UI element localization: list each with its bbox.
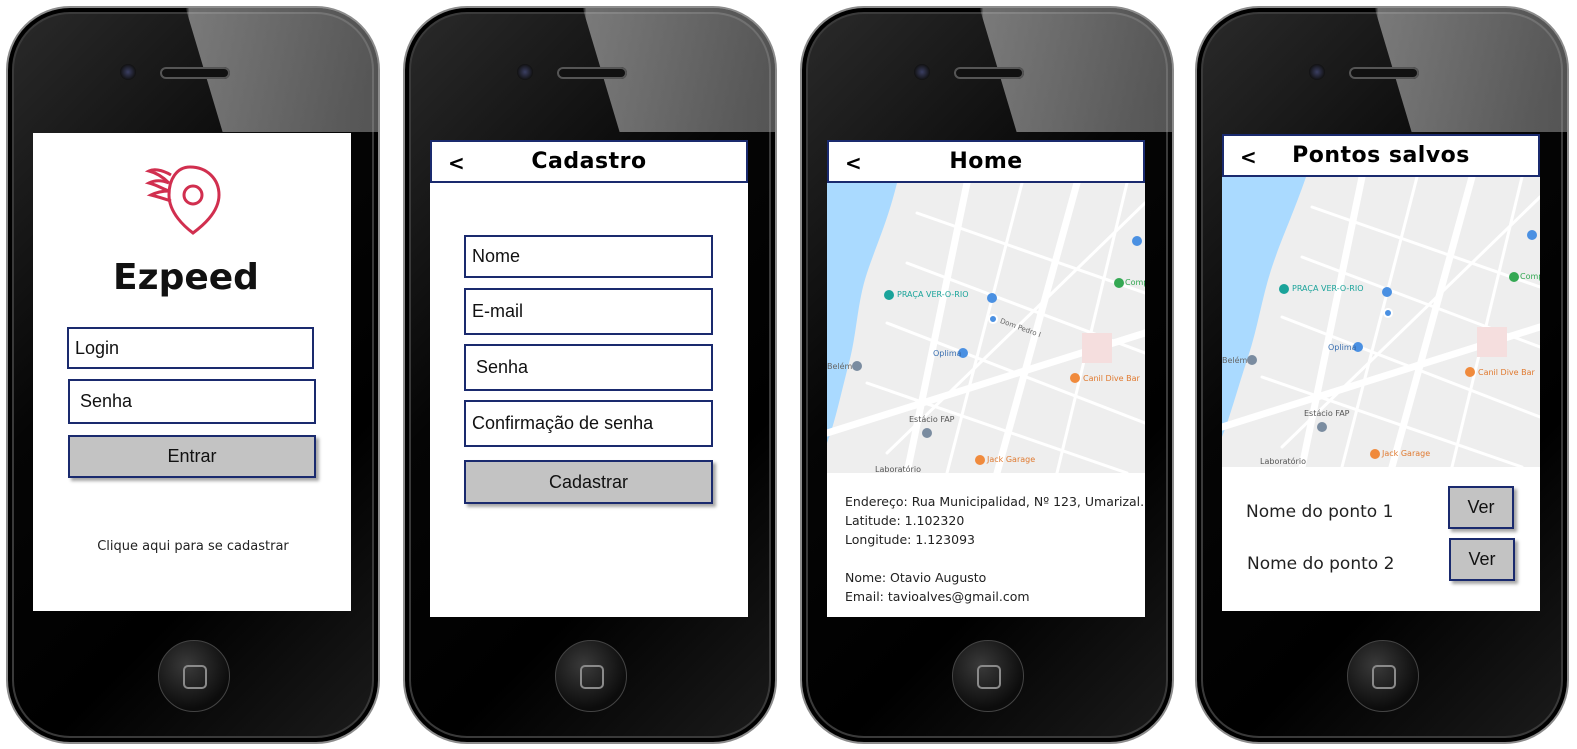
home-button: [1347, 640, 1419, 712]
map-label-praca: PRAÇA VER-O-RIO: [897, 290, 969, 299]
name-input[interactable]: Nome: [464, 235, 713, 278]
page-title: Home: [949, 149, 1023, 174]
login-screen: Ezpeed Login Senha Entrar Clique aqui pa…: [33, 133, 351, 611]
user-name-text: Nome: Otavio Augusto: [845, 570, 987, 585]
home-button: [158, 640, 230, 712]
camera-icon: [1309, 64, 1325, 80]
camera-icon: [914, 64, 930, 80]
saved-screen: < Pontos salvos PRAÇA VER-O-RIO Com Opli…: [1222, 134, 1540, 611]
page-title: Cadastro: [531, 149, 647, 174]
map-label-estacio: Estácio FAP: [1304, 409, 1350, 418]
longitude-text: Longitude: 1.123093: [845, 532, 975, 547]
phone-home: < Home PRAÇA VER-O-RIO Com Oplima Dom Pe…: [800, 6, 1174, 744]
map-label-comp: Comp: [1125, 278, 1145, 287]
address-text: Endereço: Rua Municipalidad, Nº 123, Uma…: [845, 494, 1145, 509]
home-button: [555, 640, 627, 712]
map-label-belem: Belém: [827, 362, 853, 371]
cadastro-screen: < Cadastro Nome E-mail Senha Confirmação…: [430, 140, 748, 617]
map-label-comp: Comp: [1520, 272, 1540, 281]
map-view[interactable]: PRAÇA VER-O-RIO Comp Oplima Dom Pedro I …: [827, 183, 1145, 473]
login-button[interactable]: Entrar: [68, 435, 316, 478]
map-label-canil: Canil Dive Bar: [1083, 374, 1140, 383]
map-label-oplima: Oplima: [1328, 343, 1357, 352]
map-label-laboratorio: Laboratório: [875, 465, 921, 473]
home-button: [952, 640, 1024, 712]
header-bar: < Home: [827, 140, 1145, 183]
speaker-grille: [1349, 67, 1419, 79]
map-label-estacio: Estácio FAP: [909, 415, 955, 424]
latitude-text: Latitude: 1.102320: [845, 513, 965, 528]
header-bar: < Cadastro: [430, 140, 748, 183]
map-label-jack: Jack Garage: [1382, 449, 1431, 458]
user-email-text: Email: tavioalves@gmail.com: [845, 589, 1030, 604]
map-label-jack: Jack Garage: [987, 455, 1036, 464]
saved-point-1-name: Nome do ponto 1: [1246, 502, 1394, 522]
phone-login: Ezpeed Login Senha Entrar Clique aqui pa…: [6, 6, 380, 744]
map-label-laboratorio: Laboratório: [1260, 457, 1306, 466]
phone-saved: < Pontos salvos PRAÇA VER-O-RIO Com Opli…: [1195, 6, 1569, 744]
view-point-1-button[interactable]: Ver: [1448, 486, 1514, 529]
map-label-oplima: Oplima: [933, 349, 962, 358]
map-graphic: [1222, 177, 1540, 467]
camera-icon: [517, 64, 533, 80]
map-label-praca: PRAÇA VER-O-RIO: [1292, 284, 1364, 293]
app-name: Ezpeed: [113, 257, 259, 298]
email-input[interactable]: E-mail: [464, 288, 713, 335]
map-label-canil: Canil Dive Bar: [1478, 368, 1535, 377]
password-input[interactable]: Senha: [68, 379, 316, 424]
map-label-belem: Belém: [1222, 356, 1248, 365]
app-logo-icon: [145, 165, 221, 235]
speaker-grille: [954, 67, 1024, 79]
register-button[interactable]: Cadastrar: [464, 460, 713, 504]
view-point-2-button[interactable]: Ver: [1449, 538, 1515, 581]
home-screen: < Home PRAÇA VER-O-RIO Com Oplima Dom Pe…: [827, 140, 1145, 617]
map-view[interactable]: PRAÇA VER-O-RIO Comp Oplima Canil Dive B…: [1222, 177, 1540, 467]
speaker-grille: [160, 67, 230, 79]
page-title: Pontos salvos: [1292, 143, 1470, 168]
phone-cadastro: < Cadastro Nome E-mail Senha Confirmação…: [403, 6, 777, 744]
location-info: Endereço: Rua Municipalidad, Nº 123, Uma…: [845, 492, 1144, 606]
header-bar: < Pontos salvos: [1222, 134, 1540, 177]
camera-icon: [120, 64, 136, 80]
speaker-grille: [557, 67, 627, 79]
login-input[interactable]: Login: [67, 327, 314, 369]
confirm-password-input[interactable]: Confirmação de senha: [464, 400, 713, 447]
signup-link[interactable]: Clique aqui para se cadastrar: [33, 539, 351, 554]
map-graphic: [827, 183, 1145, 473]
password-input[interactable]: Senha: [464, 344, 713, 391]
saved-point-2-name: Nome do ponto 2: [1247, 554, 1395, 574]
